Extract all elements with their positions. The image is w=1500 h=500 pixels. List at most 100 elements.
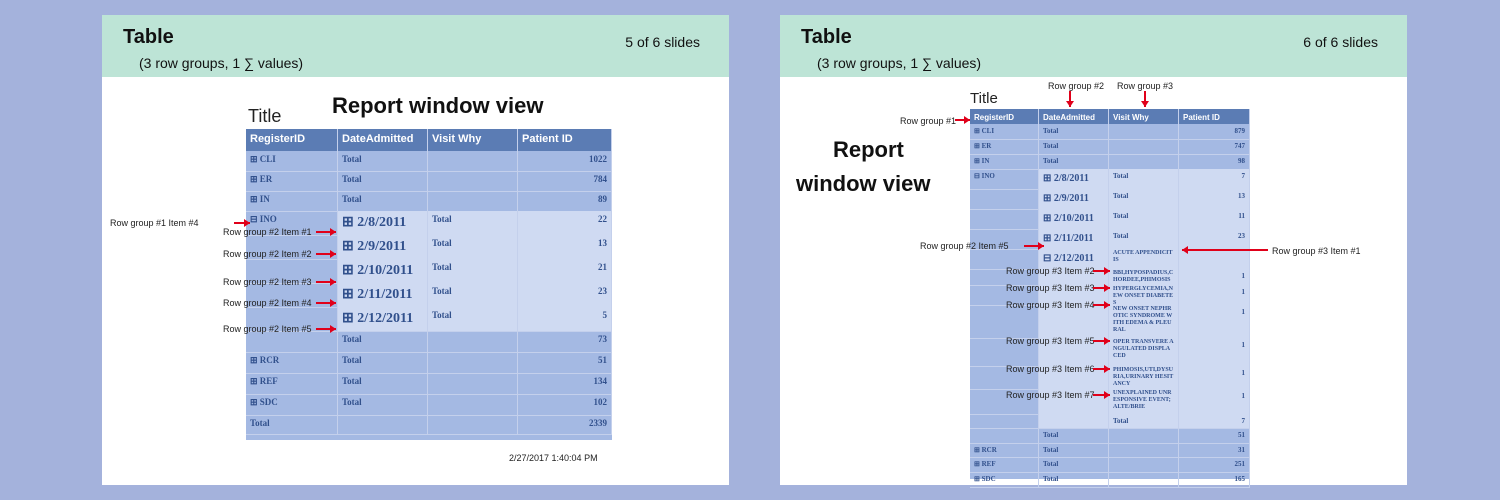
patient-id-cell: 2339 [518, 415, 612, 434]
date-admitted-cell [338, 415, 428, 434]
column-header-patient-id[interactable]: Patient ID [1179, 109, 1250, 124]
slide-counter: 5 of 6 slides [625, 34, 700, 50]
patient-id-cell: 51 [518, 352, 612, 373]
annotation-row-group-3-item-4: Row group #3 Item #4 [1006, 300, 1095, 310]
visit-why-cell [428, 331, 518, 352]
date-admitted-cell: Total [338, 171, 428, 191]
table-row: ⊞ SDC Total 165 [970, 472, 1250, 487]
column-header-patient-id[interactable]: Patient ID [518, 129, 612, 151]
column-header-visit-why[interactable]: Visit Why [428, 129, 518, 151]
patient-id-cell: 89 [518, 191, 612, 211]
annotation-row-group-3-item-3: Row group #3 Item #3 [1006, 283, 1095, 293]
column-header-dateadmitted[interactable]: DateAdmitted [338, 129, 428, 151]
patient-id-cell: 13 [1179, 189, 1250, 209]
table-row: ⊞ CLI Total 879 [970, 124, 1250, 139]
date-admitted-cell[interactable]: ⊞ 2/9/2011 [1039, 189, 1109, 209]
date-admitted-cell[interactable]: ⊞ 2/10/2011 [338, 259, 428, 283]
register-id-cell[interactable]: ⊞ SDC [246, 394, 338, 415]
patient-id-cell: 1 [1179, 389, 1250, 414]
column-header-registerid[interactable]: RegisterID [970, 109, 1039, 124]
register-id-cell[interactable]: ⊞ CLI [246, 151, 338, 171]
annotation-row-group-3-item-1: Row group #3 Item #1 [1272, 246, 1361, 256]
register-id-cell[interactable]: ⊞ IN [246, 191, 338, 211]
table-row: ⊞ IN Total 98 [970, 154, 1250, 169]
register-id-cell[interactable]: ⊞ RCR [970, 443, 1039, 457]
register-id-cell[interactable]: ⊞ ER [970, 139, 1039, 154]
patient-id-cell: 23 [1179, 229, 1250, 249]
annotation-row-group-2-item-1: Row group #2 Item #1 [223, 227, 312, 237]
register-id-cell[interactable]: ⊞ RCR [246, 352, 338, 373]
patient-id-cell: 165 [1179, 472, 1250, 487]
patient-id-cell: 1022 [518, 151, 612, 171]
annotation-row-group-3-item-6: Row group #3 Item #6 [1006, 364, 1095, 374]
register-id-cell [246, 331, 338, 352]
patient-id-cell: 1 [1179, 366, 1250, 389]
visit-why-cell [1109, 124, 1179, 139]
patient-id-cell: 7 [1179, 169, 1250, 189]
visit-why-cell [428, 191, 518, 211]
column-header-visit-why[interactable]: Visit Why [1109, 109, 1179, 124]
date-admitted-cell[interactable]: ⊞ 2/11/2011 [338, 283, 428, 307]
register-id-cell: Total [246, 415, 338, 434]
patient-id-cell: 13 [518, 235, 612, 259]
date-admitted-cell [1039, 414, 1109, 428]
visit-why-cell: PHIMOSIS,UTI,DYSURIA,URINARY HESITANCY [1109, 366, 1179, 389]
visit-why-cell: Total [1109, 414, 1179, 428]
visit-why-cell: Total [1109, 209, 1179, 229]
column-header-registerid[interactable]: RegisterID [246, 129, 338, 151]
register-id-cell[interactable]: ⊞ REF [246, 373, 338, 394]
visit-why-cell [1109, 154, 1179, 169]
patient-id-cell: 11 [1179, 209, 1250, 229]
date-admitted-cell: Total [1039, 457, 1109, 472]
report-window-label-line1: Report [833, 137, 904, 162]
annotation-arrow [1093, 391, 1110, 399]
patient-id-cell: 21 [518, 259, 612, 283]
row-divider [246, 434, 612, 435]
visit-why-cell: HYPERGLYCEMIA,NEW ONSET DIABETES [1109, 285, 1179, 305]
date-admitted-cell: Total [1039, 428, 1109, 443]
date-admitted-cell[interactable]: ⊞ 2/11/2011 [1039, 229, 1109, 249]
annotation-row-group-3-item-2: Row group #3 Item #2 [1006, 266, 1095, 276]
visit-why-cell: Total [428, 307, 518, 331]
table-row: ⊞ 2/10/2011 Total 11 [970, 209, 1250, 229]
visit-why-cell: Total [1109, 229, 1179, 249]
date-admitted-cell: Total [338, 394, 428, 415]
patient-id-cell: 784 [518, 171, 612, 191]
register-id-cell[interactable]: ⊞ SDC [970, 472, 1039, 487]
table-row: ⊞ ER Total 784 [246, 171, 612, 191]
table-row: Total 2339 [246, 415, 612, 434]
date-admitted-cell: Total [1039, 154, 1109, 169]
register-id-cell [970, 428, 1039, 443]
table-row: ⊞ 2/11/2011 Total 23 [970, 229, 1250, 249]
table-row: Total 7 [970, 414, 1250, 428]
slide-counter: 6 of 6 slides [1303, 34, 1378, 50]
date-admitted-cell[interactable]: ⊞ 2/8/2011 [1039, 169, 1109, 189]
register-id-cell [970, 209, 1039, 229]
timestamp: 2/27/2017 1:40:04 PM [509, 453, 598, 463]
date-admitted-cell[interactable]: ⊞ 2/12/2011 [338, 307, 428, 331]
register-id-cell [970, 414, 1039, 428]
date-admitted-cell[interactable]: ⊞ 2/10/2011 [1039, 209, 1109, 229]
visit-why-cell [1109, 139, 1179, 154]
date-admitted-cell: Total [1039, 139, 1109, 154]
date-admitted-cell[interactable]: ⊞ 2/8/2011 [338, 211, 428, 235]
slide-title: Table [801, 26, 852, 48]
visit-why-cell: OPER TRANSVERE ANGULATED DISPLACED [1109, 338, 1179, 366]
report-title: Title [970, 90, 998, 107]
annotation-row-group-3-item-5: Row group #3 Item #5 [1006, 336, 1095, 346]
visit-why-cell [428, 151, 518, 171]
patient-id-cell: 747 [1179, 139, 1250, 154]
date-admitted-cell[interactable]: ⊞ 2/9/2011 [338, 235, 428, 259]
patient-id-cell: 73 [518, 331, 612, 352]
register-id-cell[interactable]: ⊞ ER [246, 171, 338, 191]
visit-why-cell: Total [1109, 189, 1179, 209]
register-id-cell[interactable]: ⊞ CLI [970, 124, 1039, 139]
register-id-cell[interactable]: ⊞ IN [970, 154, 1039, 169]
register-id-cell[interactable]: ⊞ REF [970, 457, 1039, 472]
register-id-cell[interactable]: ⊟ INO [970, 169, 1039, 189]
patient-id-cell [1179, 249, 1250, 269]
annotation-row-group-2-item-3: Row group #2 Item #3 [223, 277, 312, 287]
column-header-dateadmitted[interactable]: DateAdmitted [1039, 109, 1109, 124]
report-title: Title [248, 106, 282, 126]
top-label-row-group-3: Row group #3 [1117, 81, 1174, 91]
